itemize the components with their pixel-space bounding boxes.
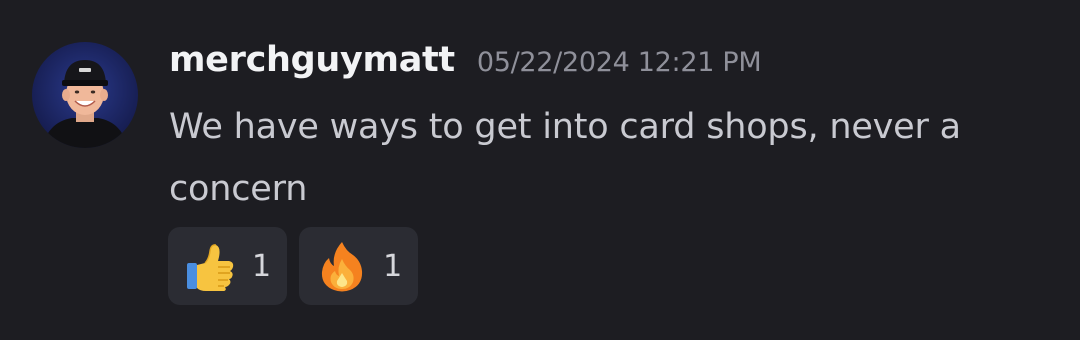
- reaction-count: 1: [383, 248, 403, 284]
- message-header: merchguymatt 05/22/2024 12:21 PM: [169, 40, 1049, 94]
- avatar[interactable]: [32, 42, 138, 148]
- thumbs-up-icon: [187, 244, 234, 291]
- reactions-bar: 1 1: [168, 227, 419, 305]
- reaction-thumbs-up[interactable]: 1: [168, 227, 288, 305]
- reaction-fire[interactable]: 1: [299, 227, 419, 305]
- fire-icon: [322, 242, 363, 292]
- reaction-count: 1: [252, 248, 272, 284]
- username[interactable]: merchguymatt: [169, 40, 455, 80]
- message-text: We have ways to get into card shops, nev…: [169, 107, 961, 209]
- message-content: merchguymatt 05/22/2024 12:21 PM We have…: [169, 40, 1049, 220]
- chat-message: merchguymatt 05/22/2024 12:21 PM We have…: [0, 0, 1080, 340]
- timestamp: 05/22/2024 12:21 PM: [476, 47, 762, 78]
